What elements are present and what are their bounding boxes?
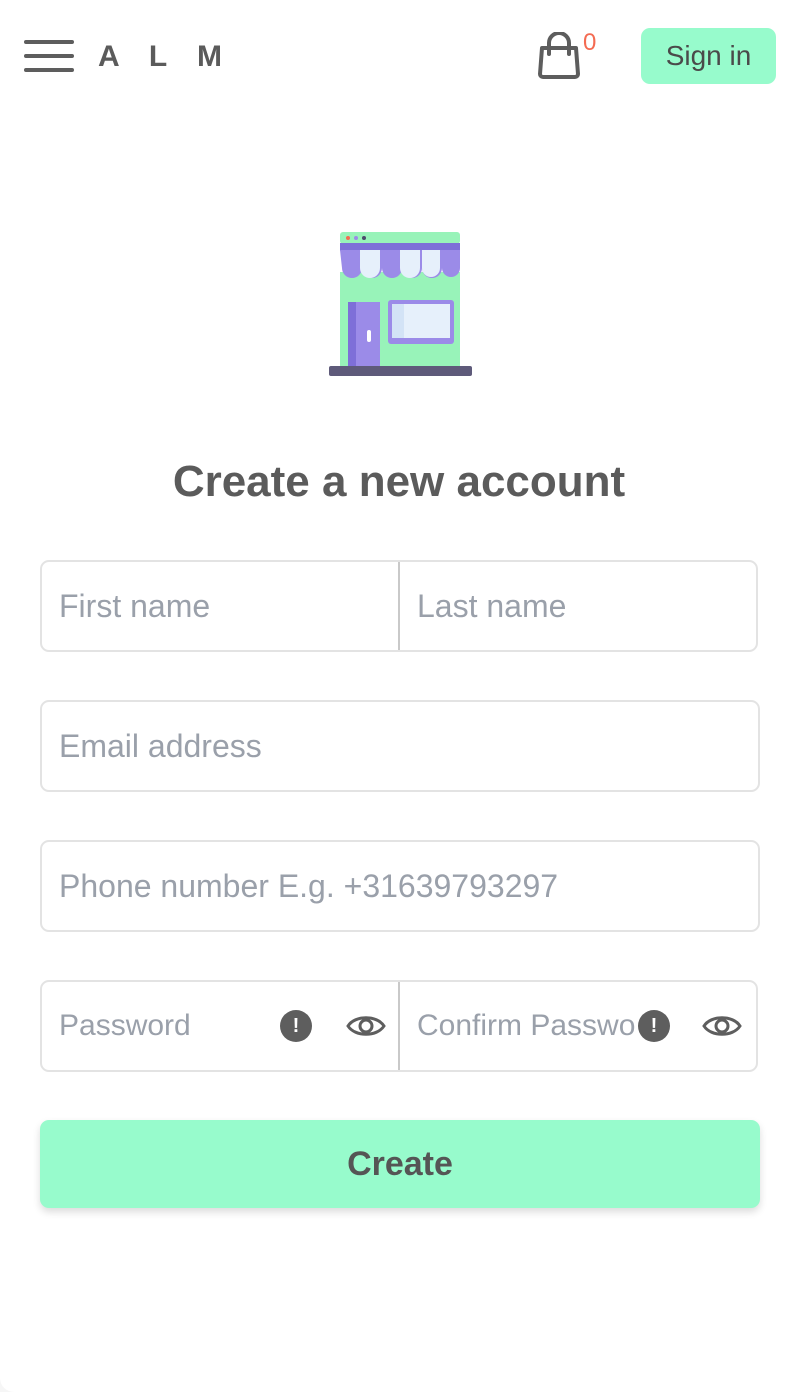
phone-cell <box>42 842 758 930</box>
shopping-bag-icon[interactable] <box>536 32 582 80</box>
sign-in-button[interactable]: Sign in <box>641 28 776 84</box>
phone-row <box>40 840 760 932</box>
cart-count-badge: 0 <box>583 29 597 56</box>
password-input[interactable] <box>42 982 398 1070</box>
email-cell <box>42 702 758 790</box>
email-row <box>40 700 760 792</box>
exclamation-circle-icon: ! <box>280 1010 312 1042</box>
eye-icon[interactable] <box>346 1010 386 1042</box>
exclamation-circle-icon: ! <box>638 1010 670 1042</box>
page-title: Create a new account <box>172 457 626 506</box>
email-input[interactable] <box>42 702 758 790</box>
create-account-button[interactable]: Create <box>40 1120 760 1208</box>
confirm-password-cell: ! <box>398 982 756 1070</box>
last-name-input[interactable] <box>400 562 756 650</box>
phone-input[interactable] <box>42 842 758 930</box>
name-row <box>40 560 758 652</box>
password-row: ! ! <box>40 980 758 1072</box>
signup-page: A L M 0 Sign in Create a new account Fir… <box>0 0 798 1392</box>
password-cell: ! <box>42 982 398 1070</box>
hamburger-menu-icon[interactable] <box>24 38 74 74</box>
top-navbar: A L M 0 Sign in <box>0 0 798 110</box>
eye-icon[interactable] <box>702 1010 742 1042</box>
last-name-cell <box>398 562 756 650</box>
first-name-input[interactable] <box>42 562 398 650</box>
brand-logo[interactable]: A L M <box>98 38 233 76</box>
first-name-cell <box>42 562 398 650</box>
storefront-icon <box>329 232 472 376</box>
